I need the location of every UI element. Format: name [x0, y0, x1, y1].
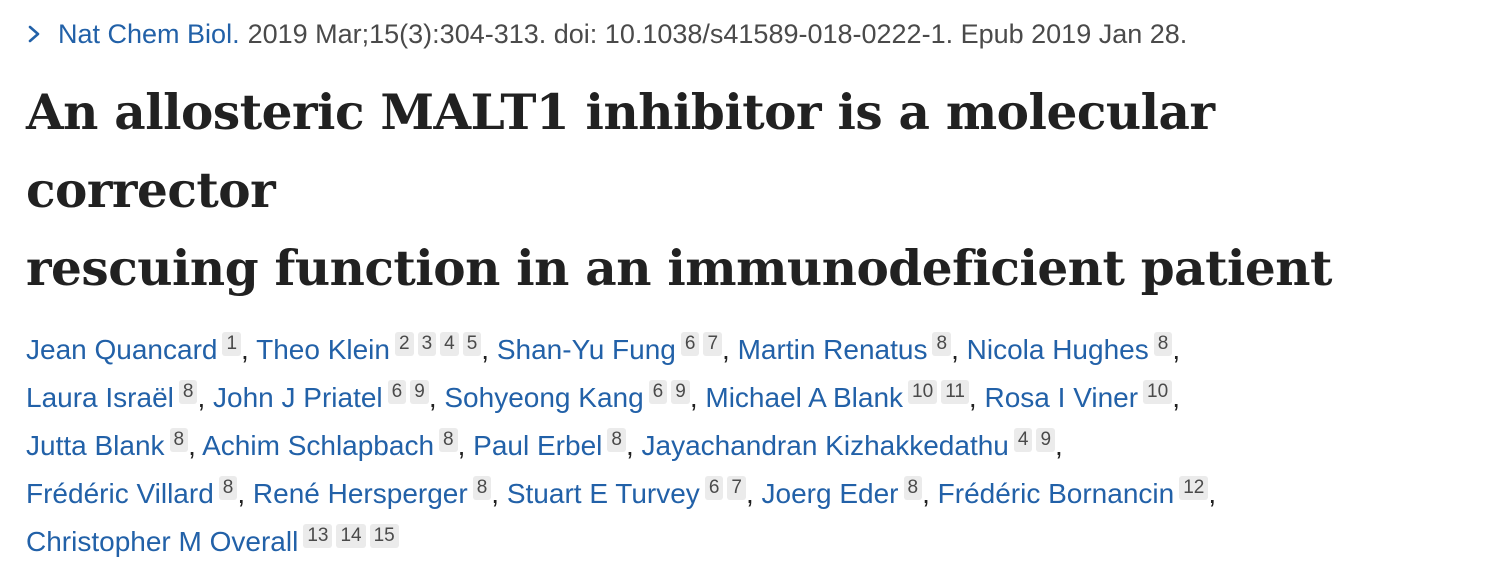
author-separator: ,: [1172, 334, 1181, 365]
affiliation-badge[interactable]: 8: [1153, 332, 1173, 356]
author-name-link[interactable]: Frédéric Villard: [26, 478, 214, 509]
affiliation-badge[interactable]: 8: [439, 428, 458, 452]
affiliation-badge[interactable]: 8: [903, 476, 923, 500]
author-name-link[interactable]: John J Priatel: [213, 382, 383, 413]
author-item: Shan-Yu Fung 6 7,: [497, 332, 730, 365]
citation-line: Nat Chem Biol. 2019 Mar;15(3):304-313. d…: [26, 14, 1464, 54]
author-separator: ,: [188, 430, 196, 461]
author-item: Nicola Hughes 8,: [967, 332, 1181, 365]
title-line-1: An allosteric MALT1 inhibitor is a molec…: [26, 84, 1215, 219]
author-item: Theo Klein 2 3 4 5,: [256, 332, 490, 365]
affiliation-badge[interactable]: 5: [462, 332, 482, 356]
author-item: Paul Erbel 8,: [473, 428, 634, 461]
authors-list: Jean Quancard 1, Theo Klein 2 3 4 5, Shan-Yu …: [26, 326, 1464, 566]
author-item: Jean Quancard 1,: [26, 332, 249, 365]
author-name-link[interactable]: Sohyeong Kang: [444, 382, 643, 413]
author-separator: ,: [951, 334, 959, 365]
affiliation-badge[interactable]: 8: [607, 428, 626, 452]
author-separator: ,: [491, 478, 500, 509]
author-name-link[interactable]: Martin Renatus: [738, 334, 928, 365]
author-item: Jutta Blank 8,: [26, 428, 196, 461]
affiliation-badge[interactable]: 12: [1179, 476, 1209, 500]
author-separator: ,: [625, 430, 634, 461]
affiliation-badge[interactable]: 2: [394, 332, 414, 356]
affiliation-badge[interactable]: 14: [336, 524, 366, 548]
affiliation-badge[interactable]: 9: [1036, 428, 1056, 452]
author-item: John J Priatel 6 9,: [213, 380, 437, 413]
author-item: Rosa I Viner 10,: [984, 380, 1180, 413]
author-item: René Hersperger 8,: [253, 476, 500, 509]
author-name-link[interactable]: Stuart E Turvey: [507, 478, 700, 509]
affiliation-badge[interactable]: 10: [1143, 380, 1173, 404]
author-separator: ,: [1208, 478, 1217, 509]
author-separator: ,: [481, 334, 490, 365]
author-item: Jayachandran Kizhakkedathu 4 9,: [642, 428, 1063, 461]
author-separator: ,: [241, 334, 249, 365]
affiliation-badge[interactable]: 8: [932, 332, 952, 356]
affiliation-badge[interactable]: 9: [410, 380, 429, 404]
author-name-link[interactable]: Laura Israël: [26, 382, 174, 413]
author-item: Frédéric Villard 8,: [26, 476, 246, 509]
affiliation-badge[interactable]: 10: [908, 380, 938, 404]
author-name-link[interactable]: Frédéric Bornancin: [938, 478, 1175, 509]
citation-details: 2019 Mar;15(3):304-313. doi: 10.1038/s41…: [247, 19, 1188, 49]
journal-link[interactable]: Nat Chem Biol.: [58, 14, 240, 54]
affiliation-badge[interactable]: 6: [704, 476, 724, 500]
author-separator: ,: [428, 382, 437, 413]
author-name-link[interactable]: Jayachandran Kizhakkedathu: [642, 430, 1009, 461]
affiliation-badge[interactable]: 8: [178, 380, 198, 404]
author-separator: ,: [968, 382, 977, 413]
author-name-link[interactable]: Michael A Blank: [705, 382, 903, 413]
author-separator: ,: [689, 382, 698, 413]
affiliation-badge[interactable]: 15: [369, 524, 399, 548]
author-separator: ,: [197, 382, 206, 413]
affiliation-badge[interactable]: 13: [303, 524, 333, 548]
author-name-link[interactable]: Theo Klein: [256, 334, 390, 365]
affiliation-badge[interactable]: 11: [941, 380, 969, 404]
author-separator: ,: [745, 478, 754, 509]
article-title: An allosteric MALT1 inhibitor is a molec…: [26, 74, 1464, 308]
affiliation-badge[interactable]: 6: [387, 380, 407, 404]
author-item: Achim Schlapbach 8,: [202, 428, 466, 461]
affiliation-badge[interactable]: 8: [218, 476, 238, 500]
author-name-link[interactable]: Nicola Hughes: [967, 334, 1149, 365]
author-item: Laura Israël 8,: [26, 380, 206, 413]
affiliation-badge[interactable]: 3: [417, 332, 437, 356]
author-item: Michael A Blank 10 11,: [705, 380, 977, 413]
author-item: Martin Renatus 8,: [738, 332, 959, 365]
author-name-link[interactable]: Paul Erbel: [473, 430, 602, 461]
author-name-link[interactable]: René Hersperger: [253, 478, 468, 509]
affiliation-badge[interactable]: 4: [1013, 428, 1033, 452]
author-separator: ,: [237, 478, 246, 509]
author-item: Christopher M Overall 13 14 15: [26, 524, 399, 557]
chevron-right-icon[interactable]: [26, 24, 44, 44]
affiliation-badge[interactable]: 6: [680, 332, 700, 356]
affiliation-badge[interactable]: 8: [169, 428, 189, 452]
affiliation-badge[interactable]: 8: [472, 476, 492, 500]
author-separator: ,: [1055, 430, 1063, 461]
affiliation-badge[interactable]: 6: [648, 380, 668, 404]
author-name-link[interactable]: Achim Schlapbach: [202, 430, 434, 461]
affiliation-badge[interactable]: 7: [703, 332, 723, 356]
author-name-link[interactable]: Christopher M Overall: [26, 526, 298, 557]
author-name-link[interactable]: Jutta Blank: [26, 430, 165, 461]
author-name-link[interactable]: Joerg Eder: [762, 478, 899, 509]
affiliation-badge[interactable]: 7: [727, 476, 746, 500]
author-item: Frédéric Bornancin 12,: [938, 476, 1217, 509]
author-item: Sohyeong Kang 6 9,: [444, 380, 698, 413]
author-name-link[interactable]: Jean Quancard: [26, 334, 217, 365]
author-item: Stuart E Turvey 6 7,: [507, 476, 754, 509]
title-line-2: rescuing function in an immunodeficient …: [26, 240, 1332, 297]
affiliation-badge[interactable]: 1: [222, 332, 242, 356]
author-item: Joerg Eder 8,: [762, 476, 930, 509]
author-name-link[interactable]: Rosa I Viner: [984, 382, 1138, 413]
author-separator: ,: [457, 430, 466, 461]
article-header: Nat Chem Biol. 2019 Mar;15(3):304-313. d…: [0, 0, 1488, 566]
affiliation-badge[interactable]: 9: [671, 380, 690, 404]
author-separator: ,: [922, 478, 930, 509]
author-separator: ,: [1172, 382, 1180, 413]
author-separator: ,: [722, 334, 730, 365]
author-name-link[interactable]: Shan-Yu Fung: [497, 334, 676, 365]
affiliation-badge[interactable]: 4: [440, 332, 459, 356]
